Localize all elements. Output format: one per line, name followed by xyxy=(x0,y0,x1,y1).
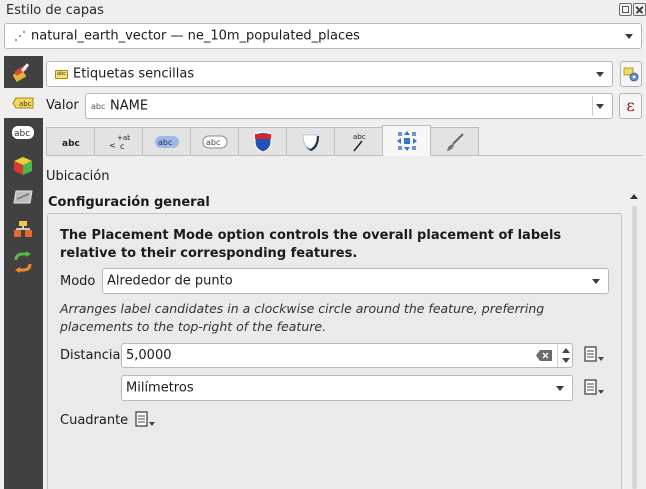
svg-text:<: < xyxy=(109,141,116,150)
expression-icon: ε xyxy=(626,96,635,115)
sidebar-item-diagrams[interactable] xyxy=(4,182,43,212)
distance-unit-value: Milímetros xyxy=(126,380,194,396)
history-icon xyxy=(14,251,32,273)
background-shield-icon xyxy=(254,132,271,153)
chevron-down-icon xyxy=(596,72,604,77)
placement-mode-select[interactable]: Alrededor de punto xyxy=(102,268,609,294)
distance-value: 5,0000 xyxy=(126,348,172,363)
text-field-type-icon: abc xyxy=(91,102,106,111)
value-field-select[interactable]: abc NAME xyxy=(85,93,613,119)
panel-title: Estilo de capas xyxy=(6,3,104,18)
group-title: Configuración general xyxy=(48,195,210,210)
float-panel-button[interactable] xyxy=(619,3,632,16)
svg-text:abc: abc xyxy=(206,138,220,147)
scroll-up-icon[interactable] xyxy=(630,194,638,199)
style-sidebar: abc abc xyxy=(4,56,43,489)
mask-icon: abc xyxy=(202,135,227,149)
labels-icon: abc xyxy=(12,97,34,109)
placement-icon xyxy=(396,131,417,151)
callouts-icon: abc xyxy=(353,133,366,152)
mode-description: Arranges label candidates in a clockwise… xyxy=(60,301,545,334)
quadrant-data-defined-button[interactable] xyxy=(133,410,157,430)
svg-text:abc: abc xyxy=(353,133,366,141)
automated-placement-button[interactable] xyxy=(620,61,642,87)
masks-icon: abc xyxy=(12,126,34,139)
svg-text:c: c xyxy=(120,142,124,151)
chevron-down-icon xyxy=(592,279,600,284)
rendering-brush-icon xyxy=(446,133,464,151)
svg-text:+ab: +ab xyxy=(117,134,130,142)
placement-mode-value: Alrededor de punto xyxy=(107,273,233,289)
section-title: Ubicación xyxy=(46,169,110,184)
scrollbar-thumb[interactable] xyxy=(632,206,637,489)
buffer-icon: abc xyxy=(154,136,179,148)
fields-icon xyxy=(14,221,32,237)
spin-buttons[interactable] xyxy=(557,344,573,367)
spin-down-icon[interactable] xyxy=(562,358,570,363)
distance-unit-select[interactable]: Milímetros xyxy=(121,375,573,401)
unit-data-defined-button[interactable] xyxy=(582,378,606,398)
labeling-mode-select[interactable]: abc Etiquetas sencillas xyxy=(46,61,613,87)
distance-label: Distancia xyxy=(60,348,121,363)
data-defined-icon xyxy=(584,346,604,362)
panel-titlebar: Estilo de capas xyxy=(0,0,646,22)
tab-rendering[interactable] xyxy=(430,127,479,156)
chevron-down-icon xyxy=(556,386,564,391)
placement-description: The Placement Mode option controls the o… xyxy=(60,228,562,261)
text-icon: abc xyxy=(62,139,80,149)
data-defined-icon xyxy=(584,379,604,395)
data-defined-icon xyxy=(135,411,155,427)
formatting-icon: +ab < c xyxy=(109,134,130,151)
sidebar-item-masks[interactable]: abc xyxy=(4,118,43,148)
svg-text:abc: abc xyxy=(158,138,172,147)
spin-up-icon[interactable] xyxy=(562,348,570,353)
diagrams-icon xyxy=(13,190,33,204)
tab-callouts[interactable]: abc xyxy=(334,127,383,156)
chevron-down-icon xyxy=(625,34,633,39)
autoplace-settings-icon xyxy=(623,67,639,82)
float-icon xyxy=(622,6,629,13)
layer-selector-value: natural_earth_vector — ne_10m_populated_… xyxy=(31,28,360,44)
svg-text:abc: abc xyxy=(62,139,80,149)
mode-label: Modo xyxy=(60,274,96,289)
label-badge-icon: abc xyxy=(55,70,68,79)
distance-spinbox[interactable]: 5,0000 xyxy=(121,343,573,368)
value-label: Valor xyxy=(46,98,79,113)
sidebar-item-fields[interactable] xyxy=(4,214,43,244)
svg-text:abc: abc xyxy=(14,129,30,139)
sidebar-item-3d-view[interactable] xyxy=(4,150,43,180)
label-settings-tabs: abc +ab < c abc abc abc xyxy=(46,125,479,156)
labeling-mode-value: Etiquetas sencillas xyxy=(73,66,195,82)
tab-formatting[interactable]: +ab < c xyxy=(94,127,143,156)
tab-mask[interactable]: abc xyxy=(190,127,239,156)
chevron-down-icon xyxy=(596,104,604,109)
3d-view-icon xyxy=(14,157,32,175)
svg-text:abc: abc xyxy=(19,100,32,108)
close-panel-button[interactable] xyxy=(633,3,646,16)
quadrant-label: Cuadrante xyxy=(60,413,129,428)
value-field-value: NAME xyxy=(110,98,149,114)
sidebar-item-labels[interactable]: abc xyxy=(4,88,43,118)
clear-icon[interactable] xyxy=(536,350,552,361)
shadow-icon xyxy=(302,134,319,151)
distance-data-defined-button[interactable] xyxy=(582,345,606,365)
layer-selector[interactable]: natural_earth_vector — ne_10m_populated_… xyxy=(4,23,642,49)
expression-button[interactable]: ε xyxy=(619,93,642,119)
tab-placement[interactable] xyxy=(382,125,431,156)
tab-buffer[interactable]: abc xyxy=(142,127,191,156)
symbology-icon xyxy=(12,63,30,82)
tab-background[interactable] xyxy=(238,127,287,156)
sidebar-item-history[interactable] xyxy=(4,246,43,276)
sidebar-item-symbology[interactable] xyxy=(4,56,43,86)
point-layer-icon xyxy=(14,30,26,42)
tab-text[interactable]: abc xyxy=(46,127,95,156)
tab-shadow[interactable] xyxy=(286,127,335,156)
